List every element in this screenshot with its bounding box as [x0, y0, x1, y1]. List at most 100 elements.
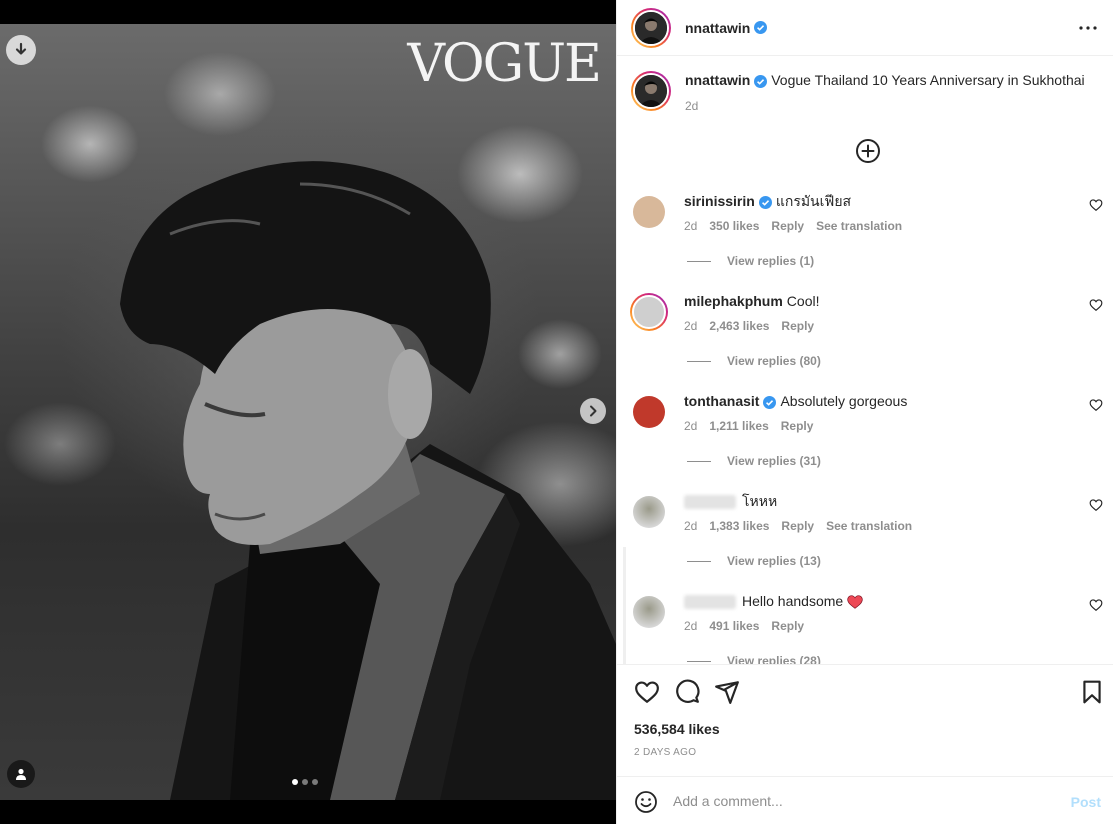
comment-meta: 2d 2,463 likes Reply: [684, 319, 814, 333]
comment-input[interactable]: [673, 789, 1033, 813]
comment-like-icon[interactable]: [1089, 498, 1103, 512]
reply-button[interactable]: Reply: [781, 519, 814, 533]
comment-like-count[interactable]: 350 likes: [709, 219, 759, 233]
post-media: VOGUE: [0, 0, 616, 824]
comment-text: Absolutely gorgeous: [780, 393, 908, 409]
comment-row: Hello handsome 2d 491 likes Reply View r…: [617, 584, 1113, 664]
comment-like-count[interactable]: 491 likes: [709, 619, 759, 633]
comment-text: แกรมันเฟียส: [775, 193, 852, 209]
post-header: nnattawin: [617, 0, 1113, 56]
comment-meta: 2d 1,383 likes Reply See translation: [684, 519, 912, 533]
replies-divider-line: [687, 660, 711, 662]
view-replies-button[interactable]: View replies (13): [687, 554, 821, 568]
comment-age: 2d: [684, 519, 698, 533]
verified-badge-icon: [763, 395, 777, 409]
reply-button[interactable]: Reply: [771, 219, 804, 233]
blurred-username[interactable]: [684, 595, 736, 610]
carousel-dot: [312, 779, 318, 785]
comment-text-line: Hello handsome: [684, 592, 863, 610]
comment-meta: 2d 1,211 likes Reply: [684, 419, 813, 433]
verified-badge-icon: [758, 195, 772, 209]
add-comment-bar: Post: [617, 776, 1113, 824]
view-replies-button[interactable]: View replies (1): [687, 254, 814, 268]
see-translation-button[interactable]: See translation: [826, 519, 912, 533]
load-more-comments-icon[interactable]: [855, 138, 881, 164]
comment-like-count[interactable]: 2,463 likes: [709, 319, 769, 333]
comments-section[interactable]: nnattawin Vogue Thailand 10 Years Annive…: [617, 57, 1113, 664]
replies-divider-line: [687, 460, 711, 462]
caption-author-avatar[interactable]: [631, 71, 671, 111]
caption-username[interactable]: nnattawin: [685, 72, 750, 88]
comment-avatar[interactable]: [633, 596, 665, 628]
comment-text-line: โหหห: [684, 492, 777, 510]
chevron-right-icon: [590, 405, 597, 417]
comment-text: Hello handsome: [742, 593, 844, 609]
view-replies-button[interactable]: View replies (31): [687, 454, 821, 468]
comment-row: โหหห 2d 1,383 likes Reply See translatio…: [617, 484, 1113, 584]
verified-badge-icon: [754, 21, 768, 34]
blurred-username[interactable]: [684, 495, 736, 510]
comment-like-count[interactable]: 1,211 likes: [709, 419, 768, 433]
user-tag-button[interactable]: [7, 760, 35, 788]
comment-text: โหหห: [742, 493, 778, 509]
comment-row: milephakphum Cool! 2d 2,463 likes Reply V…: [617, 284, 1113, 384]
comment-username[interactable]: sirinissirin: [684, 193, 755, 209]
comment-avatar[interactable]: [630, 293, 668, 331]
view-replies-label: View replies (13): [727, 554, 821, 568]
carousel-next-button[interactable]: [580, 398, 606, 424]
comment-username[interactable]: tonthanasit: [684, 393, 759, 409]
author-avatar[interactable]: [631, 7, 671, 48]
comment-age: 2d: [684, 219, 698, 233]
more-options-button[interactable]: [1077, 17, 1099, 39]
comment-row: sirinissirin แกรมันเฟียส 2d 350 likes Rep…: [617, 184, 1113, 284]
comment-like-icon[interactable]: [1089, 298, 1103, 312]
comment-age: 2d: [684, 619, 698, 633]
view-replies-button[interactable]: View replies (80): [687, 354, 821, 368]
download-button[interactable]: [6, 35, 36, 65]
view-replies-label: View replies (31): [727, 454, 821, 468]
comment-text-line: tonthanasit Absolutely gorgeous: [684, 392, 907, 410]
like-icon[interactable]: [634, 679, 660, 705]
author-username[interactable]: nnattawin: [685, 20, 750, 36]
see-translation-button[interactable]: See translation: [816, 219, 902, 233]
download-icon: [15, 42, 27, 55]
portrait-image: [120, 161, 616, 800]
emoji-icon[interactable]: [634, 790, 658, 814]
reply-button[interactable]: Reply: [771, 619, 804, 633]
comment-meta: 2d 350 likes Reply See translation: [684, 219, 902, 233]
comment-like-icon[interactable]: [1089, 598, 1103, 612]
replies-divider-line: [687, 560, 711, 562]
red-heart-emoji-icon: [847, 595, 863, 610]
save-icon[interactable]: [1079, 679, 1105, 705]
comment-text-line: milephakphum Cool!: [684, 292, 819, 310]
comment-row: tonthanasit Absolutely gorgeous 2d 1,211 …: [617, 384, 1113, 484]
reply-button[interactable]: Reply: [781, 319, 814, 333]
post-actions: 536,584 likes 2 DAYS AGO: [617, 664, 1113, 775]
comment-like-count[interactable]: 1,383 likes: [709, 519, 769, 533]
verified-badge-icon: [754, 74, 768, 88]
like-count[interactable]: 536,584 likes: [634, 721, 720, 737]
post-photo[interactable]: VOGUE: [0, 24, 616, 800]
view-replies-label: View replies (28): [727, 654, 821, 664]
reply-button[interactable]: Reply: [781, 419, 814, 433]
view-replies-label: View replies (1): [727, 254, 815, 268]
view-replies-button[interactable]: View replies (28): [687, 654, 821, 664]
comment-avatar[interactable]: [633, 396, 665, 428]
comment-icon[interactable]: [674, 679, 700, 705]
comment-username[interactable]: milephakphum: [684, 293, 783, 309]
comment-avatar[interactable]: [633, 496, 665, 528]
comment-avatar[interactable]: [633, 196, 665, 228]
view-replies-label: View replies (80): [727, 354, 821, 368]
vogue-logo: VOGUE: [407, 34, 602, 94]
comment-like-icon[interactable]: [1089, 398, 1103, 412]
replies-divider-line: [687, 360, 711, 362]
carousel-indicator: [292, 779, 318, 785]
user-tag-icon: [16, 768, 26, 780]
comment-meta: 2d 491 likes Reply: [684, 619, 804, 633]
post-comment-button[interactable]: Post: [1071, 794, 1101, 810]
post-caption: nnattawin Vogue Thailand 10 Years Annive…: [617, 57, 1113, 115]
comment-like-icon[interactable]: [1089, 198, 1103, 212]
share-icon[interactable]: [714, 679, 740, 705]
comment-text: Cool!: [786, 293, 820, 309]
caption-age: 2d: [685, 99, 699, 113]
